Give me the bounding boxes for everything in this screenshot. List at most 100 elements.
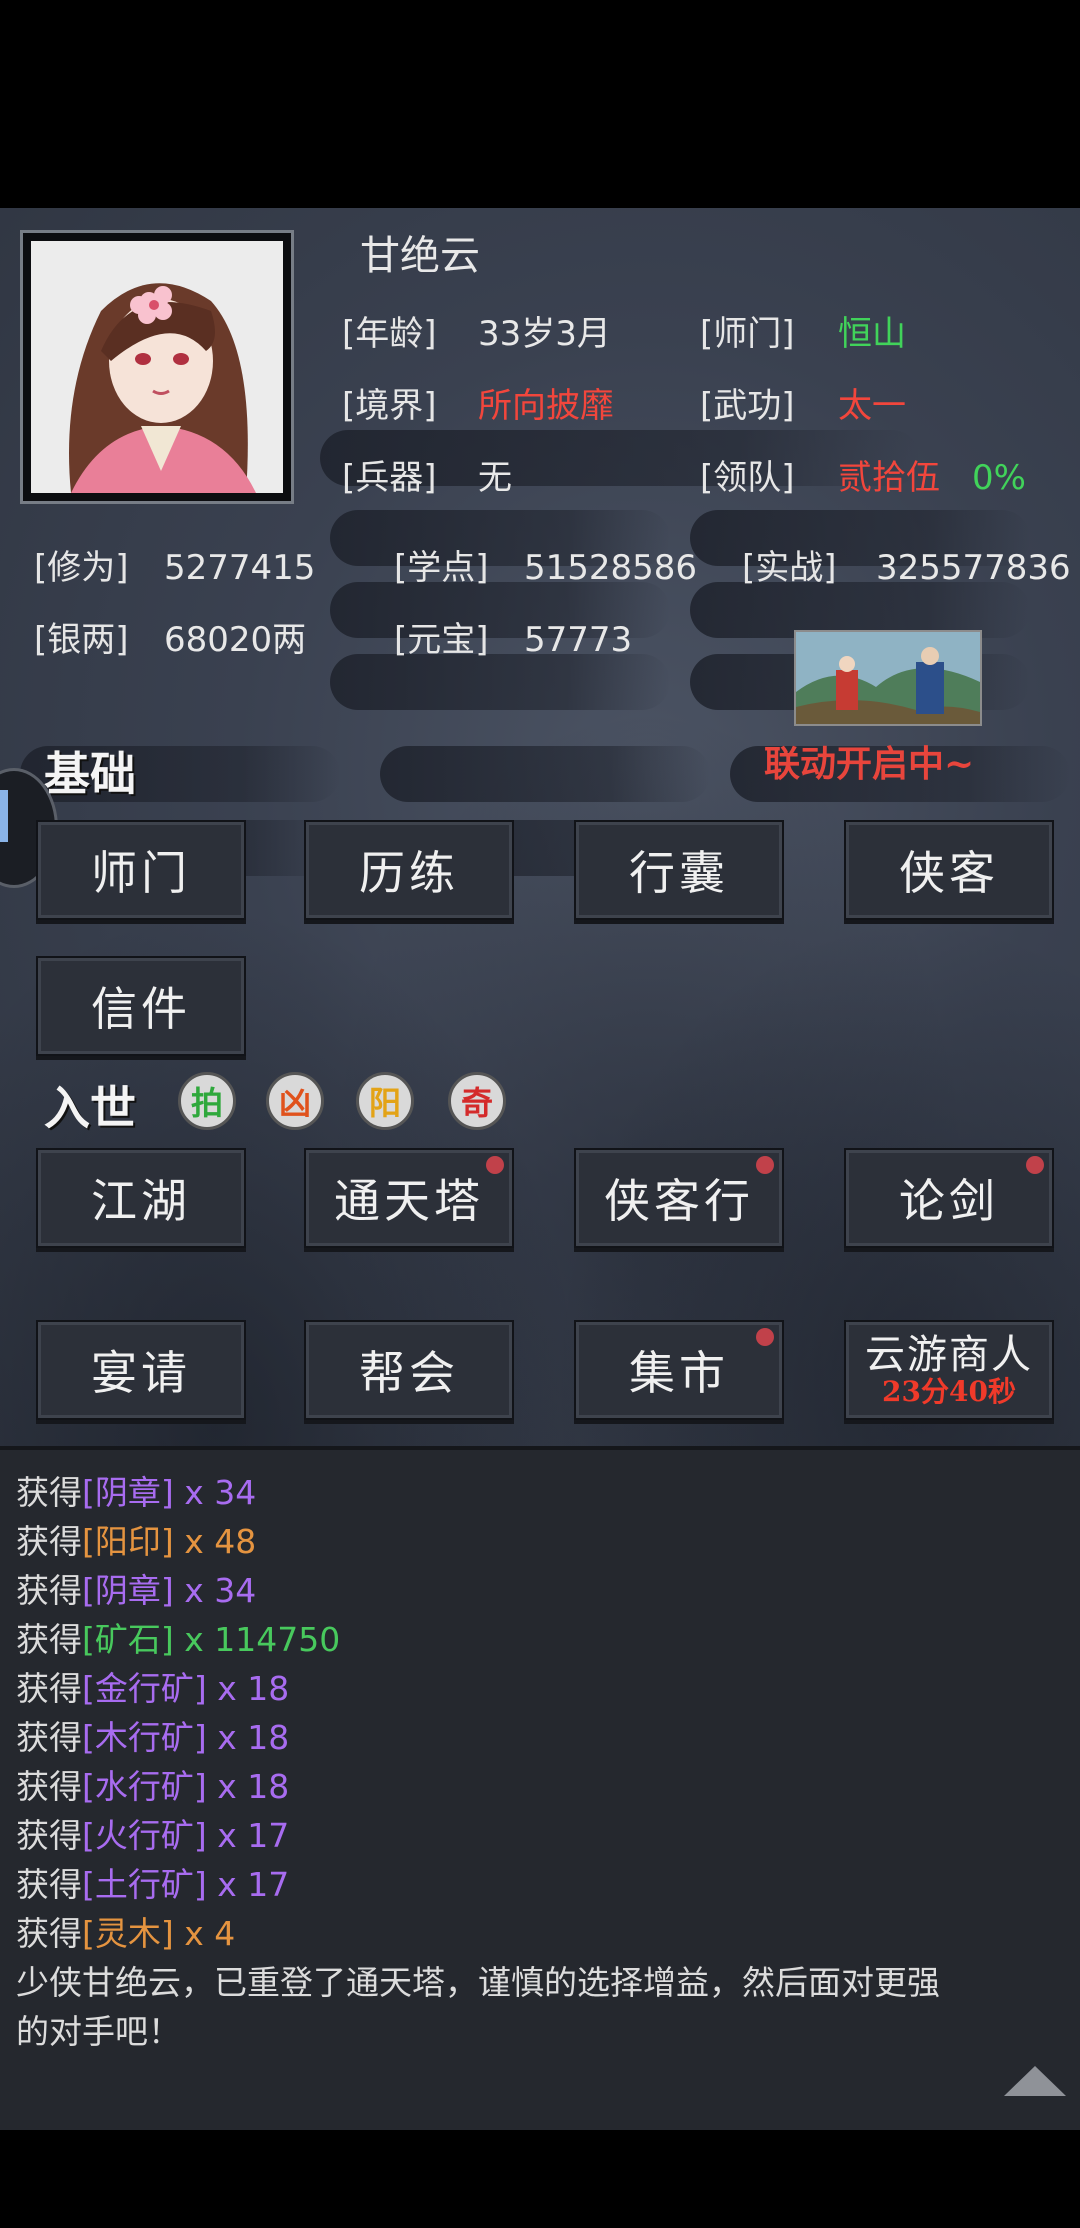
silver-value: 68020两	[164, 620, 307, 660]
log-prefix: 获得	[16, 1767, 82, 1806]
event-label[interactable]: 联动开启中~	[764, 744, 974, 784]
auction-badge[interactable]: 拍	[178, 1072, 236, 1130]
martial-label: [武功]	[700, 386, 795, 426]
log-prefix: 获得	[16, 1522, 82, 1561]
log-count: x 18	[206, 1669, 290, 1708]
log-line: 获得[矿石] x 114750	[16, 1613, 340, 1661]
log-item: [阴章]	[82, 1571, 174, 1610]
team-percent: 0%	[972, 458, 1026, 498]
duel-button-label: 论剑	[899, 1174, 999, 1228]
log-count: x 17	[206, 1865, 290, 1904]
log-prefix: 获得	[16, 1669, 82, 1708]
character-portrait[interactable]	[20, 230, 294, 504]
banquet-button[interactable]: 宴请	[36, 1320, 246, 1420]
notification-dot	[756, 1156, 774, 1174]
bottom-bar	[0, 2130, 1080, 2228]
brush	[380, 746, 710, 802]
notification-dot	[486, 1156, 504, 1174]
log-line: 获得[水行矿] x 18	[16, 1760, 289, 1808]
weapon-value: 无	[478, 458, 512, 498]
log-prefix: 获得	[16, 1571, 82, 1610]
basic-section-title: 基础	[44, 747, 136, 801]
rare-badge-label: 奇	[460, 1084, 493, 1122]
event-illustration	[796, 632, 980, 724]
event-banner-image[interactable]	[794, 630, 982, 726]
log-count: x 18	[206, 1718, 290, 1757]
sect-button[interactable]: 师门	[36, 820, 246, 920]
log-item: [火行矿]	[82, 1816, 207, 1855]
hero-journey-button-label: 侠客行	[604, 1174, 754, 1228]
log-line: 获得[木行矿] x 18	[16, 1711, 289, 1759]
log-count: x 114750	[173, 1620, 341, 1659]
sect-label: [师门]	[700, 314, 795, 354]
log-message: 少侠甘绝云，已重登了通天塔，谨慎的选择增益，然后面对更强	[16, 1963, 940, 2002]
log-item: [金行矿]	[82, 1669, 207, 1708]
merchant-button[interactable]: 云游商人 23分40秒	[844, 1320, 1054, 1420]
log-item: [水行矿]	[82, 1767, 207, 1806]
mail-button[interactable]: 信件	[36, 956, 246, 1056]
guild-button[interactable]: 帮会	[304, 1320, 514, 1420]
tower-button-label: 通天塔	[334, 1174, 484, 1228]
log-prefix: 获得	[16, 1914, 82, 1953]
team-value: 贰拾伍	[838, 458, 940, 498]
world-section-title: 入世	[44, 1081, 136, 1135]
duel-button[interactable]: 论剑	[844, 1148, 1054, 1248]
merchant-button-label: 云游商人	[865, 1332, 1033, 1378]
log-line: 获得[金行矿] x 18	[16, 1662, 289, 1710]
message-log[interactable]: 获得[阴章] x 34 获得[阳印] x 48 获得[阴章] x 34 获得[矿…	[0, 1450, 1080, 2130]
study-label: [学点]	[394, 548, 489, 588]
sect-button-label: 师门	[91, 846, 191, 900]
log-item: [木行矿]	[82, 1718, 207, 1757]
rare-badge[interactable]: 奇	[448, 1072, 506, 1130]
log-message: 的对手吧！	[16, 2012, 181, 2051]
log-prefix: 获得	[16, 1473, 82, 1512]
merchant-timer: 23分40秒	[882, 1375, 1016, 1408]
log-count: x 34	[173, 1571, 257, 1610]
log-item: [矿石]	[82, 1620, 174, 1659]
bag-button-label: 行囊	[629, 846, 729, 900]
notification-dot	[1026, 1156, 1044, 1174]
log-prefix: 获得	[16, 1865, 82, 1904]
silver-label: [银两]	[34, 620, 129, 660]
log-prefix: 获得	[16, 1718, 82, 1757]
auction-badge-label: 拍	[190, 1084, 223, 1122]
age-label: [年龄]	[342, 314, 437, 354]
log-item: [阳印]	[82, 1522, 174, 1561]
mail-button-label: 信件	[91, 982, 191, 1036]
log-prefix: 获得	[16, 1816, 82, 1855]
yang-badge-label: 阳	[368, 1084, 401, 1122]
log-line: 获得[灵木] x 4	[16, 1907, 235, 1955]
banquet-button-label: 宴请	[91, 1346, 191, 1400]
hero-journey-button[interactable]: 侠客行	[574, 1148, 784, 1248]
realm-label: [境界]	[342, 386, 437, 426]
log-line: 获得[阴章] x 34	[16, 1466, 256, 1514]
log-count: x 17	[206, 1816, 290, 1855]
log-count: x 4	[173, 1914, 236, 1953]
study-value: 51528586	[524, 548, 698, 588]
ingot-label: [元宝]	[394, 620, 489, 660]
bag-button[interactable]: 行囊	[574, 820, 784, 920]
jianghu-button[interactable]: 江湖	[36, 1148, 246, 1248]
cultivation-value: 5277415	[164, 548, 316, 588]
tower-button[interactable]: 通天塔	[304, 1148, 514, 1248]
danger-badge-label: 凶	[278, 1084, 311, 1122]
training-button[interactable]: 历练	[304, 820, 514, 920]
market-button-label: 集市	[629, 1346, 729, 1400]
log-item: [阴章]	[82, 1473, 174, 1512]
scroll-up-icon[interactable]	[1004, 2066, 1066, 2096]
yang-badge[interactable]: 阳	[356, 1072, 414, 1130]
combat-label: [实战]	[742, 548, 837, 588]
guild-button-label: 帮会	[359, 1346, 459, 1400]
log-item: [土行矿]	[82, 1865, 207, 1904]
combat-value: 325577836	[876, 548, 1071, 588]
danger-badge[interactable]: 凶	[266, 1072, 324, 1130]
log-count: x 34	[173, 1473, 257, 1512]
portrait-image	[31, 241, 283, 493]
market-button[interactable]: 集市	[574, 1320, 784, 1420]
log-prefix: 获得	[16, 1620, 82, 1659]
ingot-value: 57773	[524, 620, 633, 660]
log-line: 获得[土行矿] x 17	[16, 1858, 289, 1906]
notification-dot	[756, 1328, 774, 1346]
jianghu-button-label: 江湖	[91, 1174, 191, 1228]
heroes-button[interactable]: 侠客	[844, 820, 1054, 920]
